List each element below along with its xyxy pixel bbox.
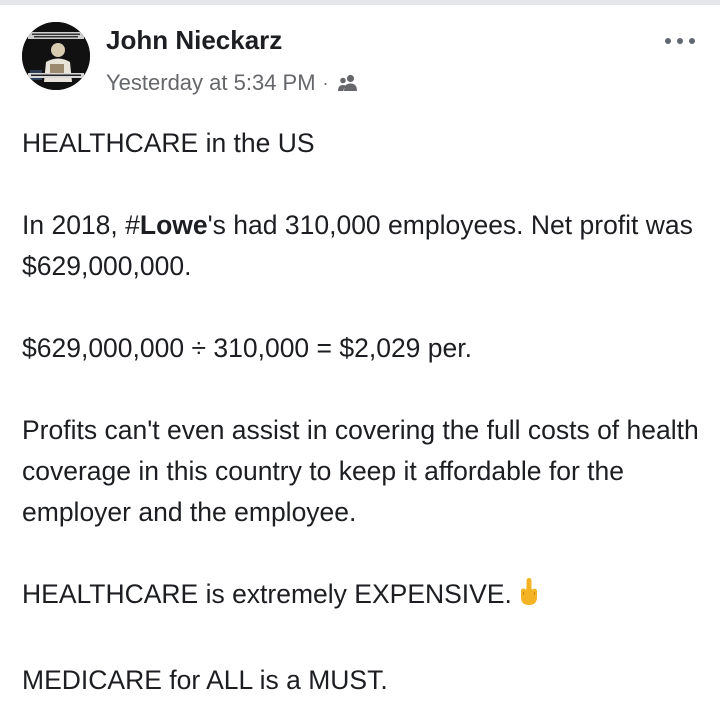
hashtag-symbol: # [125,210,140,240]
post-timestamp[interactable]: Yesterday at 5:34 PM [106,70,316,96]
post-paragraph: In 2018, #Lowe's had 310,000 employees. … [22,205,702,287]
hashtag-link[interactable]: #Lowe [125,210,207,240]
post-paragraph: HEALTHCARE in the US [22,128,315,158]
friends-icon[interactable] [337,74,359,92]
middle-finger-emoji-icon [518,577,540,619]
facebook-post: John Nieckarz Yesterday at 5:34 PM · HEA… [0,5,720,695]
post-meta: Yesterday at 5:34 PM · [106,68,359,98]
author-name[interactable]: John Nieckarz [106,25,282,56]
post-paragraph: MEDICARE for ALL is a MUST. [22,665,388,695]
post-text-segment: In 2018, [22,210,126,240]
profile-picture-icon [22,22,90,90]
post-paragraph: Profits can't even assist in covering th… [22,415,699,527]
post-paragraph: $629,000,000 ÷ 310,000 = $2,029 per. [22,333,472,363]
more-options-icon [665,38,695,44]
post-text-segment: HEALTHCARE is extremely EXPENSIVE. [22,579,512,609]
meta-separator: · [322,72,329,93]
hashtag-word: Lowe [139,210,208,240]
post-body: HEALTHCARE in the US In 2018, #Lowe's ha… [22,123,702,701]
post-paragraph: HEALTHCARE is extremely EXPENSIVE. [22,574,702,619]
avatar[interactable] [22,22,90,90]
more-options-button[interactable] [660,29,700,53]
